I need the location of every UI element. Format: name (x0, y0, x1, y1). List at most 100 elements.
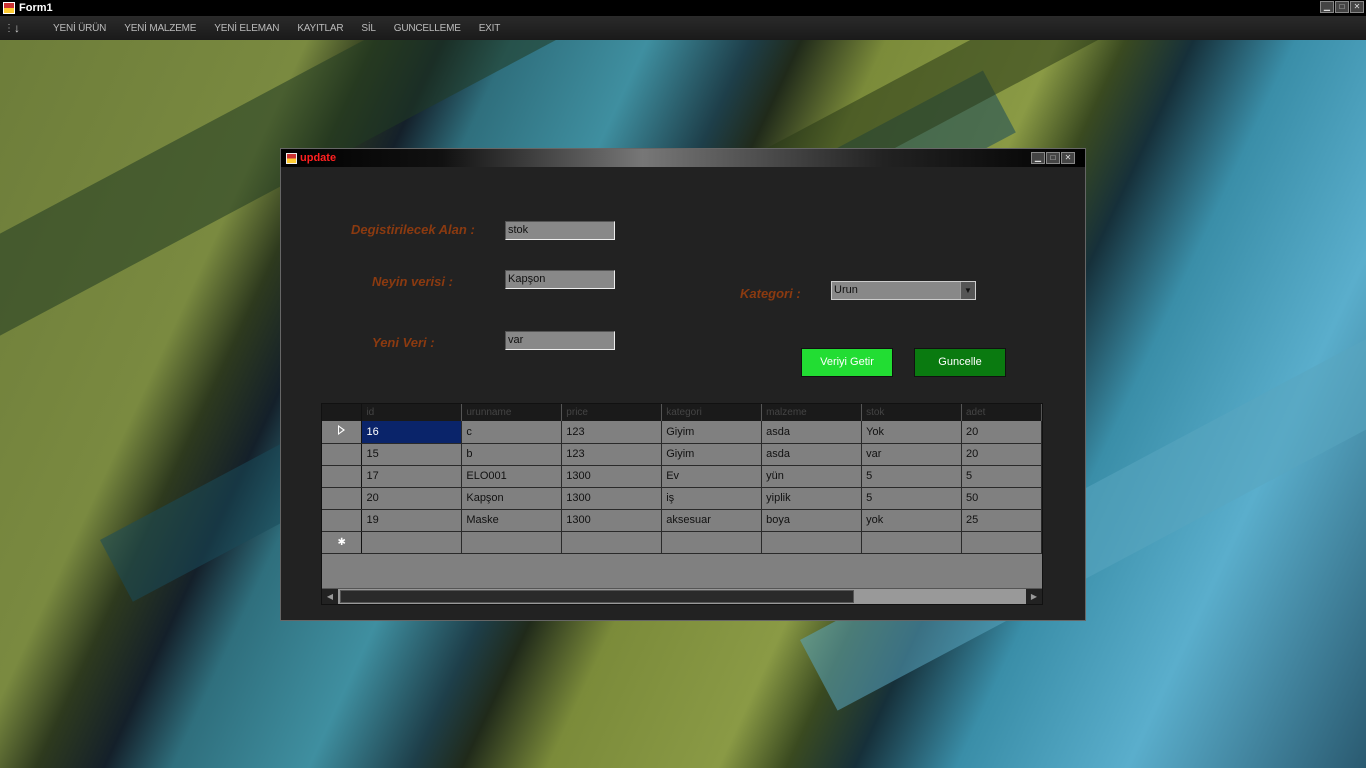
grid-cell-empty[interactable] (661, 531, 763, 554)
scroll-right-icon[interactable]: ▶ (1026, 589, 1042, 604)
grid-cell[interactable]: yok (861, 509, 962, 532)
grid-cell[interactable]: 20 (961, 443, 1042, 466)
dialog-minimize-button[interactable]: ▁ (1031, 152, 1045, 164)
grid-cell[interactable]: 16 (361, 421, 463, 444)
app-icon (3, 2, 15, 14)
grid-cell[interactable]: 20 (361, 487, 463, 510)
grid-cell[interactable]: aksesuar (661, 509, 763, 532)
toolbar-grip-icon[interactable]: ⋮ (4, 23, 14, 34)
grid-cell[interactable]: Giyim (661, 421, 763, 444)
grid-cell-empty[interactable] (561, 531, 663, 554)
menu-sil[interactable]: SİL (352, 23, 384, 34)
row-header[interactable] (322, 443, 363, 466)
menu-yeni-eleman[interactable]: YENİ ELEMAN (205, 23, 288, 34)
grid-cell-empty[interactable] (761, 531, 863, 554)
column-header-adet[interactable]: adet (961, 404, 1042, 421)
grid-cell[interactable]: 1300 (561, 509, 663, 532)
grid-cell[interactable]: yün (761, 465, 863, 488)
grid-cell[interactable]: 1300 (561, 487, 663, 510)
new-value-input[interactable]: var (505, 331, 615, 350)
grid-corner[interactable] (322, 404, 363, 421)
grid-cell[interactable]: 123 (561, 443, 663, 466)
dialog-close-button[interactable]: ✕ (1061, 152, 1075, 164)
chevron-down-icon[interactable]: ▼ (960, 282, 975, 299)
grid-cell[interactable]: iş (661, 487, 763, 510)
update-button[interactable]: Guncelle (914, 348, 1006, 377)
field-input[interactable]: stok (505, 221, 615, 240)
dialog-title: update (300, 152, 337, 164)
grid-cell[interactable]: Giyim (661, 443, 763, 466)
grid-cell[interactable]: Yok (861, 421, 962, 444)
grid-cell[interactable]: 17 (361, 465, 463, 488)
column-header-price[interactable]: price (561, 404, 663, 421)
grid-cell[interactable]: asda (761, 421, 863, 444)
new-row-header[interactable]: ✱ (322, 531, 363, 554)
maximize-button[interactable]: □ (1335, 1, 1349, 13)
row-header[interactable] (322, 465, 363, 488)
row-header-current[interactable] (322, 421, 363, 444)
scroll-left-icon[interactable]: ◀ (322, 589, 338, 604)
category-select-value: Urun (834, 284, 858, 296)
window-title: Form1 (19, 2, 53, 14)
grid-cell[interactable]: boya (761, 509, 863, 532)
grid-cell[interactable]: ELO001 (461, 465, 563, 488)
grid-cell[interactable]: 20 (961, 421, 1042, 444)
fetch-data-button[interactable]: Veriyi Getir (801, 348, 893, 377)
menu-kayitlar[interactable]: KAYITLAR (288, 23, 352, 34)
close-button[interactable]: ✕ (1350, 1, 1364, 13)
grid-cell[interactable]: 5 (861, 487, 962, 510)
grid-cell[interactable]: var (861, 443, 962, 466)
grid-cell[interactable]: Maske (461, 509, 563, 532)
category-label: Kategori : (740, 286, 801, 301)
grid-cell[interactable]: c (461, 421, 563, 444)
menu-bar: ⋮ ↓ YENİ ÜRÜN YENİ MALZEME YENİ ELEMAN K… (0, 16, 1366, 40)
table-row[interactable]: 19 Maske 1300 aksesuar boya yok 25 (322, 509, 1042, 532)
grid-cell[interactable]: 50 (961, 487, 1042, 510)
grid-cell-empty[interactable] (461, 531, 563, 554)
dialog-title-bar: update ▁ □ ✕ (281, 149, 1085, 167)
menu-guncelleme[interactable]: GUNCELLEME (385, 23, 470, 34)
new-row[interactable]: ✱ (322, 531, 1042, 554)
table-row[interactable]: 16 c 123 Giyim asda Yok 20 (322, 421, 1042, 444)
grid-cell[interactable]: 5 (961, 465, 1042, 488)
scrollbar-thumb[interactable] (340, 590, 854, 603)
of-what-label: Neyin verisi : (372, 274, 453, 289)
of-what-input[interactable]: Kapşon (505, 270, 615, 289)
grid-cell[interactable]: Ev (661, 465, 763, 488)
minimize-button[interactable]: ▁ (1320, 1, 1334, 13)
field-label: Degistirilecek Alan : (351, 222, 475, 237)
grid-cell[interactable]: yiplik (761, 487, 863, 510)
column-header-kategori[interactable]: kategori (661, 404, 763, 421)
grid-cell[interactable]: asda (761, 443, 863, 466)
grid-cell-empty[interactable] (361, 531, 463, 554)
down-arrow-icon[interactable]: ↓ (14, 21, 44, 35)
column-header-malzeme[interactable]: malzeme (761, 404, 863, 421)
grid-cell[interactable]: 1300 (561, 465, 663, 488)
grid-cell[interactable]: 123 (561, 421, 663, 444)
grid-cell-empty[interactable] (961, 531, 1042, 554)
dialog-icon (286, 152, 297, 164)
menu-yeni-malzeme[interactable]: YENİ MALZEME (115, 23, 205, 34)
grid-cell[interactable]: Kapşon (461, 487, 563, 510)
column-header-stok[interactable]: stok (861, 404, 962, 421)
menu-exit[interactable]: EXIT (470, 23, 509, 34)
grid-cell-empty[interactable] (861, 531, 962, 554)
grid-cell[interactable]: 19 (361, 509, 463, 532)
row-header[interactable] (322, 487, 363, 510)
row-header[interactable] (322, 509, 363, 532)
table-row[interactable]: 17 ELO001 1300 Ev yün 5 5 (322, 465, 1042, 488)
data-grid[interactable]: id urunname price kategori malzeme stok … (321, 403, 1043, 605)
table-row[interactable]: 20 Kapşon 1300 iş yiplik 5 50 (322, 487, 1042, 510)
horizontal-scrollbar[interactable]: ◀ ▶ (322, 588, 1042, 604)
grid-cell[interactable]: 15 (361, 443, 463, 466)
table-row[interactable]: 15 b 123 Giyim asda var 20 (322, 443, 1042, 466)
grid-cell[interactable]: b (461, 443, 563, 466)
grid-cell[interactable]: 5 (861, 465, 962, 488)
current-row-icon (338, 425, 346, 436)
column-header-id[interactable]: id (361, 404, 463, 421)
category-select[interactable]: Urun ▼ (831, 281, 976, 300)
grid-cell[interactable]: 25 (961, 509, 1042, 532)
menu-yeni-urun[interactable]: YENİ ÜRÜN (44, 23, 115, 34)
dialog-maximize-button[interactable]: □ (1046, 152, 1060, 164)
column-header-urunname[interactable]: urunname (461, 404, 563, 421)
